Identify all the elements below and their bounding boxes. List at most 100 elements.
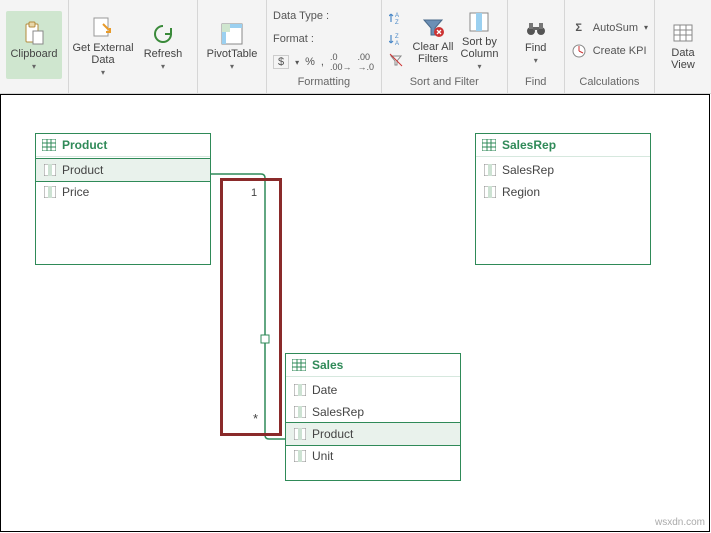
comma-button[interactable]: ,	[321, 56, 324, 68]
ribbon-group-view: Data View	[655, 0, 711, 93]
clear-filters-icon	[419, 13, 447, 41]
find-button[interactable]: Find ▾	[514, 5, 558, 73]
column-icon	[294, 450, 306, 462]
chevron-down-icon: ▾	[644, 23, 648, 32]
svg-text:Z: Z	[395, 34, 399, 40]
field-name: Product	[62, 163, 103, 177]
clear-sort-icon	[388, 52, 404, 68]
table-title[interactable]: Sales	[286, 354, 460, 377]
ribbon-group-formatting: Data Type : Format : $ ▾ % , .0.00→ .00→…	[267, 0, 382, 93]
svg-text:A: A	[395, 13, 399, 19]
decrease-decimal-button[interactable]: .00→.0	[358, 52, 375, 72]
pivottable-button[interactable]: PivotTable ▾	[204, 11, 260, 79]
ribbon-group-pivot: PivotTable ▾	[198, 0, 267, 93]
field-row[interactable]: Region	[476, 181, 650, 203]
format-label: Format :	[273, 33, 314, 45]
clear-sort-button[interactable]	[388, 50, 404, 70]
table-salesrep[interactable]: SalesRep SalesRep Region	[475, 133, 651, 265]
sort-by-column-button[interactable]: Sort by Column ▾	[458, 5, 501, 73]
datatype-row[interactable]: Data Type :	[273, 6, 374, 26]
currency-button[interactable]: $	[273, 55, 289, 69]
sigma-icon: Σ	[571, 20, 587, 36]
paste-icon	[20, 20, 48, 48]
autosum-label: AutoSum	[593, 22, 638, 34]
ribbon-group-calc-label: Calculations	[571, 76, 648, 91]
field-row[interactable]: SalesRep	[476, 159, 650, 181]
data-view-icon	[669, 19, 697, 47]
datatype-label: Data Type :	[273, 10, 329, 22]
watermark: wsxdn.com	[655, 517, 705, 528]
ribbon-group-label	[204, 88, 260, 91]
field-row[interactable]: Product	[286, 423, 460, 445]
diagram-canvas[interactable]: 1 * Product Product Price Sal	[0, 94, 710, 532]
chevron-down-icon: ▾	[161, 62, 165, 71]
ribbon-group-formatting-label: Formatting	[273, 76, 375, 91]
table-sales[interactable]: Sales Date SalesRep Product Unit	[285, 353, 461, 481]
ribbon-group-label	[6, 88, 62, 91]
autosum-button[interactable]: Σ AutoSum ▾	[571, 18, 648, 38]
table-title-text: Product	[62, 138, 107, 152]
ribbon-group-sortfilter-label: Sort and Filter	[388, 76, 501, 91]
percent-button[interactable]: %	[305, 56, 315, 68]
field-name: Region	[502, 185, 540, 199]
clipboard-button[interactable]: Clipboard ▾	[6, 11, 62, 79]
ribbon-group-clipboard: Clipboard ▾	[0, 0, 69, 93]
ribbon-group-externaldata: Get External Data ▾ Refresh ▾	[69, 0, 198, 93]
sort-asc-icon: AZ	[388, 10, 404, 26]
sort-desc-icon: ZA	[388, 31, 404, 47]
format-row[interactable]: Format :	[273, 29, 374, 49]
chevron-down-icon: ▾	[101, 68, 105, 77]
get-external-data-button[interactable]: Get External Data ▾	[75, 11, 131, 79]
svg-text:Z: Z	[395, 20, 399, 25]
table-icon	[292, 359, 306, 371]
field-name: SalesRep	[312, 405, 364, 419]
ribbon-group-find: Find ▾ Find	[508, 0, 565, 93]
column-icon	[44, 164, 56, 176]
table-title[interactable]: Product	[36, 134, 210, 157]
relationship-cardinality-one: 1	[251, 187, 257, 199]
table-title[interactable]: SalesRep	[476, 134, 650, 157]
highlight-box	[220, 178, 282, 436]
field-name: Price	[62, 185, 89, 199]
table-icon	[482, 139, 496, 151]
table-icon	[42, 139, 56, 151]
column-icon	[294, 428, 306, 440]
field-row[interactable]: Price	[36, 181, 210, 203]
find-label: Find	[525, 42, 546, 54]
sort-desc-button[interactable]: ZA	[388, 29, 404, 49]
field-name: SalesRep	[502, 163, 554, 177]
chevron-down-icon: ▾	[295, 58, 299, 67]
clipboard-button-label: Clipboard	[10, 48, 57, 60]
chevron-down-icon: ▾	[477, 62, 481, 71]
chevron-down-icon: ▾	[230, 62, 234, 71]
field-name: Unit	[312, 449, 333, 463]
pivottable-icon	[218, 20, 246, 48]
relationship-cardinality-many: *	[253, 411, 258, 426]
table-title-text: SalesRep	[502, 138, 556, 152]
kpi-icon	[571, 43, 587, 59]
table-title-text: Sales	[312, 358, 343, 372]
ribbon-group-label	[75, 88, 191, 91]
svg-text:A: A	[395, 41, 399, 46]
create-kpi-label: Create KPI	[593, 45, 647, 57]
column-icon	[294, 384, 306, 396]
pivottable-label: PivotTable	[207, 48, 258, 60]
create-kpi-button[interactable]: Create KPI	[571, 41, 648, 61]
table-product[interactable]: Product Product Price	[35, 133, 211, 265]
field-row[interactable]: Product	[36, 159, 210, 181]
field-row[interactable]: SalesRep	[286, 401, 460, 423]
binoculars-icon	[522, 14, 550, 42]
field-row[interactable]: Unit	[286, 445, 460, 467]
field-row[interactable]: Date	[286, 379, 460, 401]
ribbon-group-label	[661, 88, 705, 91]
field-name: Date	[312, 383, 337, 397]
increase-decimal-button[interactable]: .0.00→	[330, 52, 352, 72]
refresh-button[interactable]: Refresh ▾	[135, 11, 191, 79]
sort-asc-button[interactable]: AZ	[388, 8, 404, 28]
sort-column-icon	[465, 8, 493, 36]
clear-filters-button[interactable]: Clear All Filters	[412, 5, 455, 73]
refresh-icon	[149, 20, 177, 48]
column-icon	[484, 164, 496, 176]
data-view-button[interactable]: Data View	[661, 11, 705, 79]
ribbon: Clipboard ▾ Get External Data ▾ Refresh …	[0, 0, 711, 94]
